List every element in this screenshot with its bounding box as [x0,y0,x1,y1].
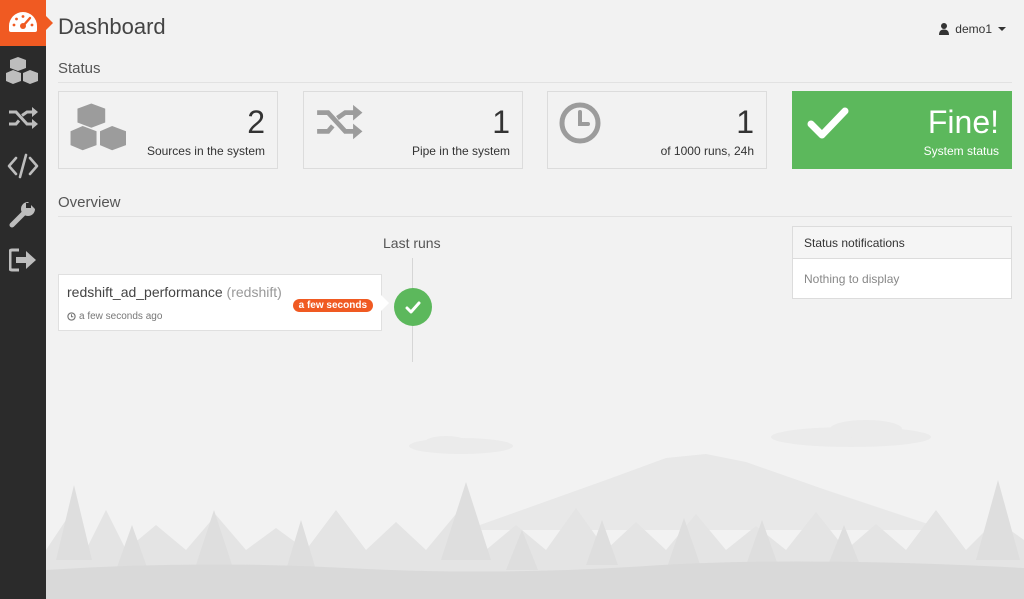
sidebar-item-logout[interactable] [0,240,46,280]
check-icon [405,301,421,313]
section-title-status: Status [58,60,101,77]
shuffle-icon [317,104,363,140]
run-name: redshift_ad_performance [67,284,223,300]
card-label: System status [923,144,999,158]
sidebar-item-code[interactable] [0,146,46,186]
run-item[interactable]: redshift_ad_performance (redshift) a few… [58,274,389,331]
last-runs-title: Last runs [383,235,441,251]
card-system-status[interactable]: Fine! System status [792,91,1012,169]
clock-icon [559,102,601,144]
card-sources[interactable]: 2 Sources in the system [58,91,278,169]
dashboard-icon [9,12,37,32]
sidebar-item-pipes[interactable] [0,98,46,138]
card-label: Pipe in the system [411,144,510,158]
user-name: demo1 [955,22,992,36]
background-scenery [46,420,1024,599]
page-title: Dashboard [58,14,166,39]
chevron-down-icon [998,27,1006,31]
clock-icon [67,312,76,321]
section-divider [58,216,1012,217]
section-title-overview: Overview [58,194,121,211]
sign-out-icon [9,248,36,272]
card-label: of 1000 runs, 24h [660,144,754,158]
notifications-empty: Nothing to display [804,272,900,286]
sidebar-item-settings[interactable] [0,194,46,234]
wrench-icon [9,202,35,228]
shuffle-icon [9,107,38,129]
sidebar-item-dashboard[interactable] [0,0,53,46]
card-label: Sources in the system [146,144,265,158]
user-icon [939,23,950,35]
code-icon [7,153,39,179]
run-title[interactable]: redshift_ad_performance (redshift) [67,284,282,300]
notifications-title: Status notifications [793,227,1011,259]
card-pipes[interactable]: 1 Pipe in the system [303,91,523,169]
card-value: 2 [247,104,265,140]
run-time-text: a few seconds ago [79,311,163,322]
status-notifications-panel: Status notifications Nothing to display [792,226,1012,299]
card-value: Fine! [927,104,999,140]
card-value: 1 [736,104,754,140]
run-status-success [394,288,432,326]
check-icon [807,107,849,139]
user-menu[interactable]: demo1 [939,22,1006,36]
sidebar-item-sources[interactable] [0,50,46,90]
card-value: 1 [492,104,510,140]
section-divider [58,82,1012,83]
cubes-icon [6,57,38,84]
run-time-badge: a few seconds [292,299,373,312]
run-type: (redshift) [226,284,282,300]
cubes-icon [70,103,126,151]
card-runs[interactable]: 1 of 1000 runs, 24h [547,91,767,169]
sidebar [0,0,53,599]
run-time: a few seconds ago [67,311,162,322]
